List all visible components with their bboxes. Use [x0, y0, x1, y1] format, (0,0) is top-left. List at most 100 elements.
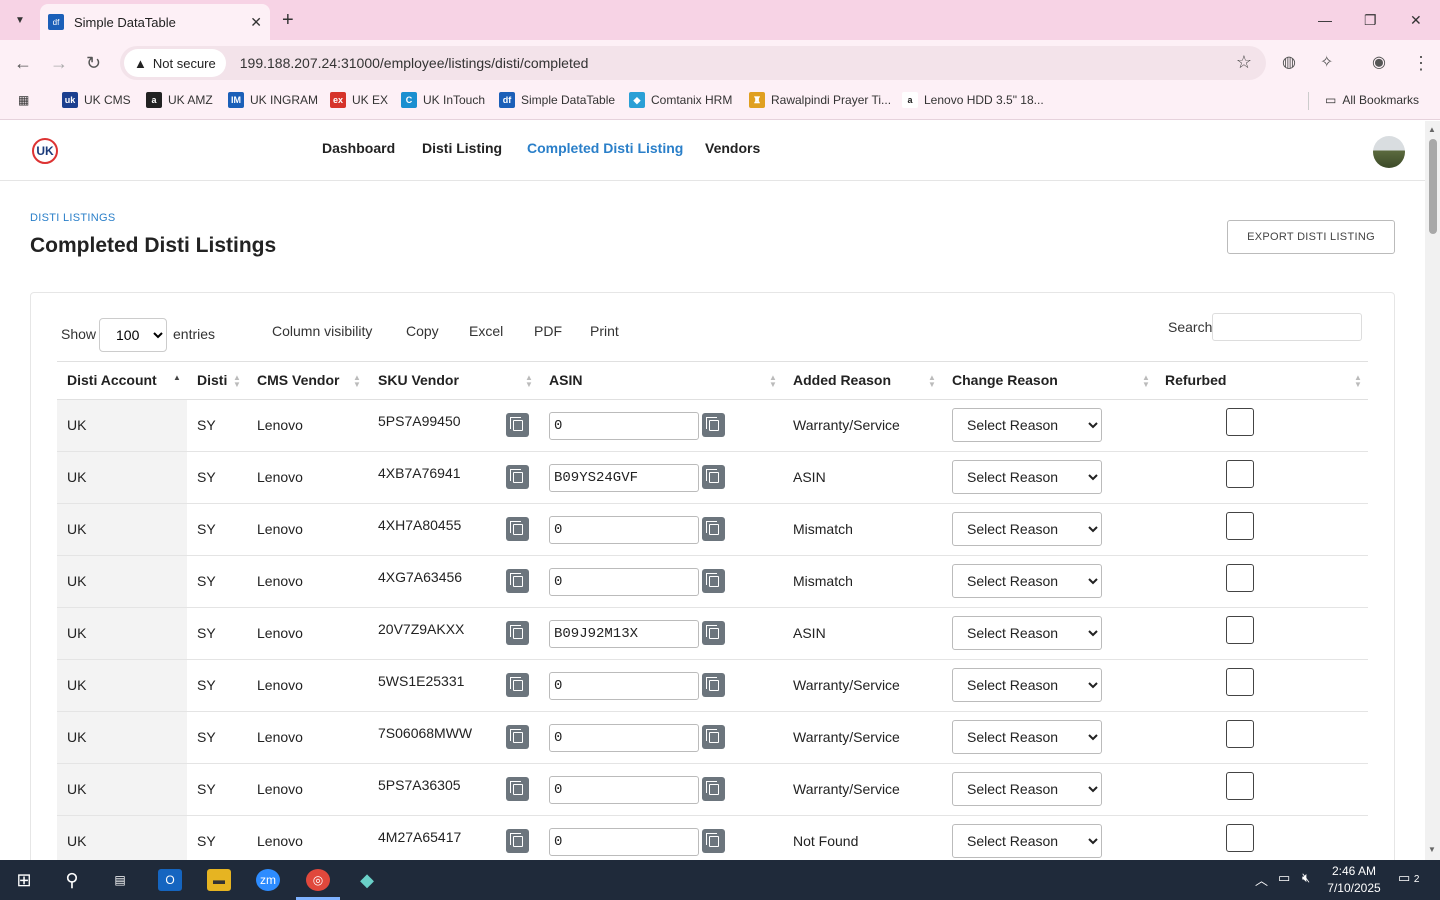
copy-button[interactable]: Copy: [406, 323, 439, 339]
copy-asin-button[interactable]: [702, 621, 725, 645]
refurbed-checkbox[interactable]: [1226, 512, 1254, 540]
maximize-icon[interactable]: ❐: [1364, 8, 1377, 32]
asin-input[interactable]: [549, 568, 699, 596]
change-reason-select[interactable]: Select Reason: [952, 772, 1102, 806]
refurbed-checkbox[interactable]: [1226, 460, 1254, 488]
minimize-icon[interactable]: —: [1318, 8, 1332, 32]
forward-icon[interactable]: →: [50, 52, 68, 74]
col-disti[interactable]: Disti: [197, 372, 227, 388]
copy-asin-button[interactable]: [702, 725, 725, 749]
col-added-reason[interactable]: Added Reason: [793, 372, 891, 388]
excel-button[interactable]: Excel: [469, 323, 503, 339]
bookmark-item[interactable]: a UK AMZ: [146, 92, 213, 108]
copy-sku-button[interactable]: [506, 725, 529, 749]
back-icon[interactable]: ←: [14, 52, 32, 74]
refurbed-checkbox[interactable]: [1226, 564, 1254, 592]
bookmark-item[interactable]: ♜ Rawalpindi Prayer Ti...: [749, 92, 891, 108]
pdf-button[interactable]: PDF: [534, 323, 562, 339]
clock[interactable]: 2:46 AM 7/10/2025: [1326, 863, 1382, 897]
scroll-down-icon[interactable]: ▼: [1428, 845, 1436, 854]
site-security-chip[interactable]: ▲ Not secure: [124, 49, 226, 77]
change-reason-select[interactable]: Select Reason: [952, 720, 1102, 754]
profile-icon[interactable]: ◉: [1372, 52, 1386, 74]
col-cms-vendor[interactable]: CMS Vendor: [257, 372, 339, 388]
outlook-icon[interactable]: O: [158, 869, 182, 891]
window-close-icon[interactable]: ✕: [1410, 8, 1422, 32]
copy-sku-button[interactable]: [506, 777, 529, 801]
bookmark-item[interactable]: a Lenovo HDD 3.5" 18...: [902, 92, 1044, 108]
column-visibility-button[interactable]: Column visibility: [272, 323, 372, 339]
bookmark-item[interactable]: ex UK EX: [330, 92, 388, 108]
col-disti-account[interactable]: Disti Account: [67, 372, 157, 388]
copy-asin-button[interactable]: [702, 569, 725, 593]
new-tab-icon[interactable]: +: [282, 8, 294, 32]
search-input[interactable]: [1212, 313, 1362, 341]
omnibox[interactable]: ▲ Not secure 199.188.207.24:31000/employ…: [120, 46, 1266, 80]
tray-chevron-icon[interactable]: ︿: [1255, 870, 1268, 889]
file-explorer-icon[interactable]: ▬: [207, 869, 231, 891]
refurbed-checkbox[interactable]: [1226, 408, 1254, 436]
network-icon[interactable]: ▭: [1278, 870, 1290, 886]
tab-close-icon[interactable]: ✕: [250, 14, 262, 31]
copy-asin-button[interactable]: [702, 465, 725, 489]
change-reason-select[interactable]: Select Reason: [952, 512, 1102, 546]
app-diamond-icon[interactable]: ◆: [355, 869, 379, 891]
uk-logo-icon[interactable]: UK: [32, 138, 58, 164]
browser-menu-icon[interactable]: ⋮: [1412, 52, 1430, 74]
bookmark-item[interactable]: df Simple DataTable: [499, 92, 615, 108]
change-reason-select[interactable]: Select Reason: [952, 668, 1102, 702]
all-bookmarks[interactable]: ▭ All Bookmarks: [1325, 92, 1419, 108]
asin-input[interactable]: [549, 828, 699, 856]
copy-sku-button[interactable]: [506, 517, 529, 541]
change-reason-select[interactable]: Select Reason: [952, 564, 1102, 598]
copy-asin-button[interactable]: [702, 673, 725, 697]
bookmark-item[interactable]: IM UK INGRAM: [228, 92, 318, 108]
asin-input[interactable]: [549, 672, 699, 700]
user-avatar[interactable]: [1373, 136, 1405, 168]
scroll-thumb[interactable]: [1429, 139, 1437, 234]
task-view-icon[interactable]: ▤: [108, 869, 132, 891]
nav-vendors[interactable]: Vendors: [705, 140, 760, 156]
extensions-puzzle-icon[interactable]: ✧: [1320, 52, 1333, 74]
reload-icon[interactable]: ↻: [86, 52, 101, 74]
browser-tab[interactable]: df Simple DataTable ✕: [40, 4, 270, 40]
refurbed-checkbox[interactable]: [1226, 720, 1254, 748]
bookmark-star-icon[interactable]: ☆: [1236, 52, 1252, 73]
col-refurbed[interactable]: Refurbed: [1165, 372, 1226, 388]
change-reason-select[interactable]: Select Reason: [952, 824, 1102, 858]
chrome-icon[interactable]: ◎: [306, 869, 330, 891]
change-reason-select[interactable]: Select Reason: [952, 460, 1102, 494]
asin-input[interactable]: [549, 516, 699, 544]
refurbed-checkbox[interactable]: [1226, 616, 1254, 644]
volume-muted-icon[interactable]: 🔇︎: [1302, 870, 1310, 886]
asin-input[interactable]: [549, 776, 699, 804]
copy-sku-button[interactable]: [506, 465, 529, 489]
refurbed-checkbox[interactable]: [1226, 668, 1254, 696]
zoom-icon[interactable]: zm: [256, 869, 280, 891]
copy-sku-button[interactable]: [506, 673, 529, 697]
col-asin[interactable]: ASIN: [549, 372, 582, 388]
change-reason-select[interactable]: Select Reason: [952, 408, 1102, 442]
asin-input[interactable]: [549, 412, 699, 440]
copy-asin-button[interactable]: [702, 777, 725, 801]
refurbed-checkbox[interactable]: [1226, 824, 1254, 852]
change-reason-select[interactable]: Select Reason: [952, 616, 1102, 650]
copy-asin-button[interactable]: [702, 413, 725, 437]
windows-start-icon[interactable]: ⊞: [12, 869, 36, 891]
tab-search-chevron-icon[interactable]: ▼: [8, 8, 32, 32]
nav-completed-disti-listing[interactable]: Completed Disti Listing: [527, 140, 683, 156]
asin-input[interactable]: [549, 724, 699, 752]
col-change-reason[interactable]: Change Reason: [952, 372, 1058, 388]
copy-sku-button[interactable]: [506, 569, 529, 593]
page-scrollbar[interactable]: ▲ ▼: [1425, 121, 1440, 860]
copy-asin-button[interactable]: [702, 829, 725, 853]
copy-sku-button[interactable]: [506, 621, 529, 645]
export-disti-listing-button[interactable]: EXPORT DISTI LISTING: [1227, 220, 1395, 254]
asin-input[interactable]: [549, 464, 699, 492]
copy-asin-button[interactable]: [702, 517, 725, 541]
bookmark-item[interactable]: ◆ Comtanix HRM: [629, 92, 732, 108]
scroll-up-icon[interactable]: ▲: [1428, 125, 1436, 134]
nav-disti-listing[interactable]: Disti Listing: [422, 140, 502, 156]
url-text[interactable]: 199.188.207.24:31000/employee/listings/d…: [240, 55, 589, 71]
translate-globe-icon[interactable]: ◍: [1282, 52, 1296, 74]
